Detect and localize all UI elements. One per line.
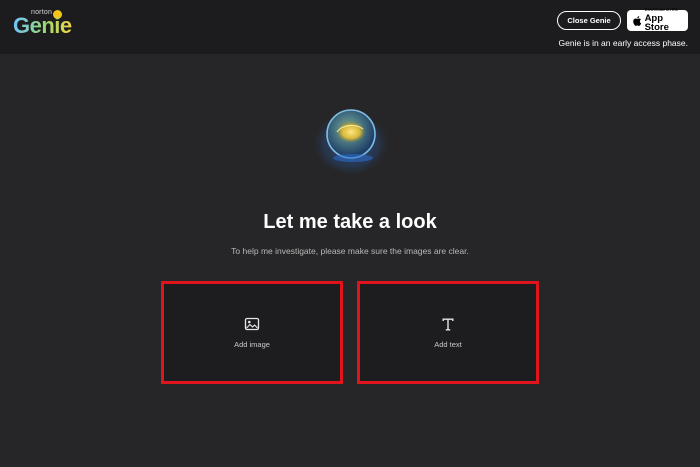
- app-store-button[interactable]: Download on the App Store: [627, 8, 688, 34]
- add-text-label: Add text: [434, 340, 462, 349]
- logo-genie-text: Genie: [13, 13, 72, 38]
- apple-icon: [633, 15, 642, 26]
- add-text-card[interactable]: Add text: [357, 281, 539, 384]
- genie-orb: [311, 106, 391, 174]
- early-access-notice: Genie is in an early access phase.: [558, 38, 688, 48]
- app-store-big-text: App Store: [644, 12, 669, 34]
- text-t-icon: [442, 318, 454, 331]
- page-title: Let me take a look: [263, 211, 437, 233]
- image-icon: [244, 317, 260, 331]
- close-genie-button[interactable]: Close Genie: [557, 11, 621, 30]
- add-image-card[interactable]: Add image: [161, 281, 343, 384]
- add-image-label: Add image: [234, 340, 270, 349]
- top-bar: norton Genie Close Genie Download on the…: [0, 0, 700, 54]
- norton-genie-logo[interactable]: norton Genie: [13, 9, 75, 38]
- page-subtitle: To help me investigate, please make sure…: [231, 246, 469, 256]
